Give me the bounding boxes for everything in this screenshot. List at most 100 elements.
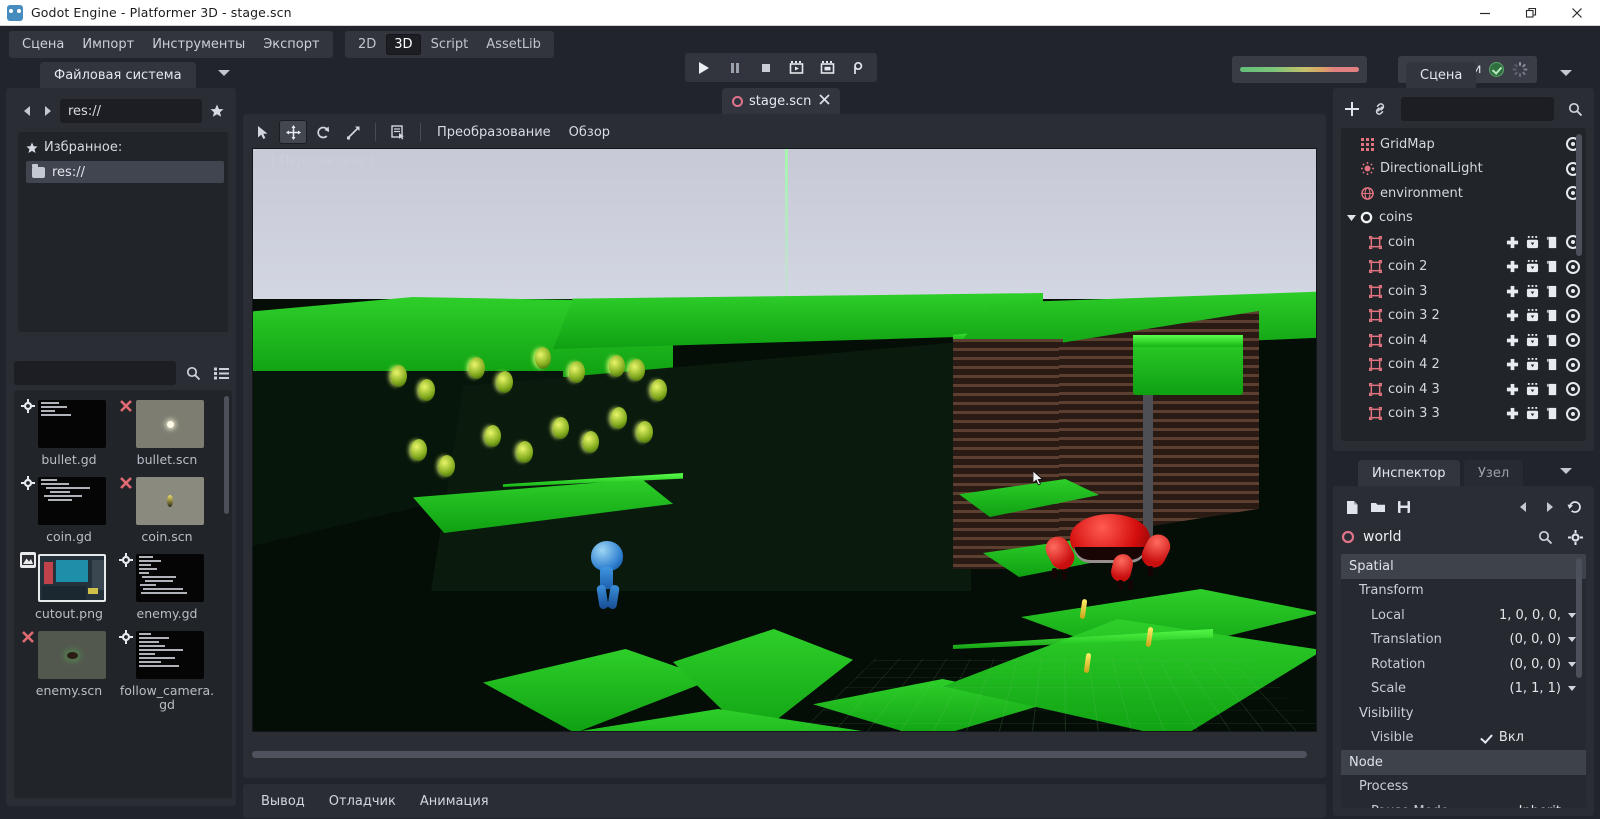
- property-row-visible[interactable]: Visible Вкл: [1341, 726, 1586, 751]
- eye-icon[interactable]: [1566, 284, 1580, 298]
- eye-icon[interactable]: [1566, 260, 1580, 274]
- file-item[interactable]: cutout.png: [20, 550, 118, 621]
- property-row-scale[interactable]: Scale (1, 1, 1): [1341, 677, 1586, 702]
- file-item[interactable]: coin.gd: [20, 473, 118, 544]
- checkbox-checked-icon[interactable]: [1480, 732, 1492, 744]
- forward-icon[interactable]: [1538, 496, 1560, 518]
- scene-node-coin-4-2[interactable]: coin 4 2: [1341, 353, 1586, 378]
- menu-export[interactable]: Экспорт: [254, 33, 328, 56]
- filesystem-path-field[interactable]: res://: [60, 99, 202, 123]
- file-item[interactable]: enemy.gd: [118, 550, 216, 621]
- scene-node-coin-3[interactable]: coin 3: [1341, 279, 1586, 304]
- scene-node-coin-3-3[interactable]: coin 3 3: [1341, 402, 1586, 427]
- history-icon[interactable]: [1564, 496, 1586, 518]
- bottom-tab-animation[interactable]: Анимация: [410, 789, 499, 814]
- property-row-rotation[interactable]: Rotation (0, 0, 0): [1341, 652, 1586, 677]
- close-icon[interactable]: [819, 93, 830, 109]
- scale-icon[interactable]: [339, 120, 367, 144]
- minimize-icon[interactable]: [1462, 0, 1508, 26]
- scene-node-directionallight[interactable]: DirectionalLight: [1341, 157, 1586, 182]
- bottom-tab-output[interactable]: Вывод: [251, 789, 315, 814]
- eye-icon[interactable]: [1566, 309, 1580, 323]
- file-item[interactable]: enemy.scn: [20, 627, 118, 712]
- search-icon[interactable]: [1564, 98, 1586, 120]
- file-item[interactable]: follow_camera.gd: [118, 627, 216, 712]
- list-select-icon[interactable]: [384, 120, 412, 144]
- new-resource-icon[interactable]: [1341, 496, 1363, 518]
- remote-debug-icon[interactable]: [844, 55, 873, 80]
- dock-tab-inspector[interactable]: Инспектор: [1358, 460, 1460, 486]
- tab-2d[interactable]: 2D: [350, 34, 384, 55]
- tab-3d[interactable]: 3D: [386, 34, 420, 55]
- move-icon[interactable]: [279, 120, 307, 144]
- play-scene-icon[interactable]: [782, 55, 811, 80]
- chevron-right-icon[interactable]: [38, 100, 56, 122]
- rotate-icon[interactable]: [309, 120, 337, 144]
- viewport-3d[interactable]: [ Перспектива ]: [252, 148, 1317, 732]
- stop-icon[interactable]: [751, 55, 780, 80]
- eye-icon[interactable]: [1566, 382, 1580, 396]
- chevron-down-icon[interactable]: [1568, 662, 1576, 667]
- scene-node-coin-4[interactable]: coin 4: [1341, 328, 1586, 353]
- search-icon[interactable]: [1534, 526, 1556, 548]
- scene-node-coins[interactable]: coins: [1341, 206, 1586, 231]
- play-custom-scene-icon[interactable]: [813, 55, 842, 80]
- select-arrow-icon[interactable]: [249, 120, 277, 144]
- dock-tab-filesystem[interactable]: Файловая система: [40, 62, 196, 88]
- eye-icon[interactable]: [1566, 407, 1580, 421]
- list-view-icon[interactable]: [210, 362, 232, 384]
- inspector-scrollbar[interactable]: [1576, 558, 1582, 678]
- property-row-pause-mode[interactable]: Pause Mode Inherit: [1341, 799, 1586, 808]
- plus-icon[interactable]: [1341, 98, 1363, 120]
- tab-script[interactable]: Script: [423, 34, 477, 55]
- scene-node-coin-4-3[interactable]: coin 4 3: [1341, 377, 1586, 402]
- scene-node-environment[interactable]: environment: [1341, 181, 1586, 206]
- open-folder-icon[interactable]: [1367, 496, 1389, 518]
- filesystem-dock-menu-icon[interactable]: [218, 70, 232, 84]
- scene-filter-input[interactable]: [1401, 97, 1554, 121]
- close-icon[interactable]: [1554, 0, 1600, 26]
- chevron-left-icon[interactable]: [18, 100, 36, 122]
- inspector-dock-menu-icon[interactable]: [1560, 468, 1574, 482]
- gear-icon[interactable]: [1564, 526, 1586, 548]
- back-icon[interactable]: [1512, 496, 1534, 518]
- link-icon[interactable]: [1369, 98, 1391, 120]
- property-row-local[interactable]: Local 1, 0, 0, 0,: [1341, 603, 1586, 628]
- scene-tree-scrollbar[interactable]: [1576, 134, 1582, 256]
- viewport-menu-transform[interactable]: Преобразование: [429, 121, 559, 144]
- chevron-down-icon[interactable]: [1568, 686, 1576, 691]
- chevron-down-icon[interactable]: [1568, 637, 1576, 642]
- file-item[interactable]: coin.scn: [118, 473, 216, 544]
- filesystem-search-input[interactable]: [14, 361, 176, 385]
- favorite-item-res[interactable]: res://: [26, 161, 224, 183]
- menu-import[interactable]: Импорт: [73, 33, 143, 56]
- file-item[interactable]: bullet.gd: [20, 396, 118, 467]
- eye-icon[interactable]: [1566, 358, 1580, 372]
- viewport-menu-view[interactable]: Обзор: [561, 121, 618, 144]
- pause-icon[interactable]: [720, 55, 749, 80]
- scene-node-coin-3-2[interactable]: coin 3 2: [1341, 304, 1586, 329]
- scene-tab-stage[interactable]: stage.scn: [722, 88, 840, 114]
- search-icon[interactable]: [182, 362, 204, 384]
- eye-icon[interactable]: [1566, 333, 1580, 347]
- viewport-horizontal-scrollbar[interactable]: [252, 751, 1317, 758]
- scene-node-coin-2[interactable]: coin 2: [1341, 255, 1586, 280]
- inspector-property-list[interactable]: Spatial Transform Local 1, 0, 0, 0, Tran…: [1341, 554, 1586, 808]
- dock-tab-scene[interactable]: Сцена: [1406, 62, 1476, 88]
- scene-node-coin[interactable]: coin: [1341, 230, 1586, 255]
- filesystem-file-grid[interactable]: bullet.gd bullet.scn: [14, 390, 232, 798]
- tab-assetlib[interactable]: AssetLib: [478, 34, 549, 55]
- scene-tree[interactable]: GridMap DirectionalLight environment: [1341, 128, 1586, 441]
- star-icon[interactable]: [206, 100, 228, 122]
- chevron-down-icon[interactable]: [1568, 613, 1576, 618]
- property-row-translation[interactable]: Translation (0, 0, 0): [1341, 628, 1586, 653]
- dock-tab-node[interactable]: Узел: [1464, 460, 1523, 486]
- save-icon[interactable]: [1393, 496, 1415, 518]
- chevron-down-icon[interactable]: [1347, 213, 1356, 222]
- menu-tools[interactable]: Инструменты: [143, 33, 254, 56]
- play-icon[interactable]: [689, 55, 718, 80]
- scene-dock-menu-icon[interactable]: [1560, 70, 1574, 84]
- filesystem-scrollbar[interactable]: [224, 396, 229, 514]
- scene-node-gridmap[interactable]: GridMap: [1341, 132, 1586, 157]
- restore-icon[interactable]: [1508, 0, 1554, 26]
